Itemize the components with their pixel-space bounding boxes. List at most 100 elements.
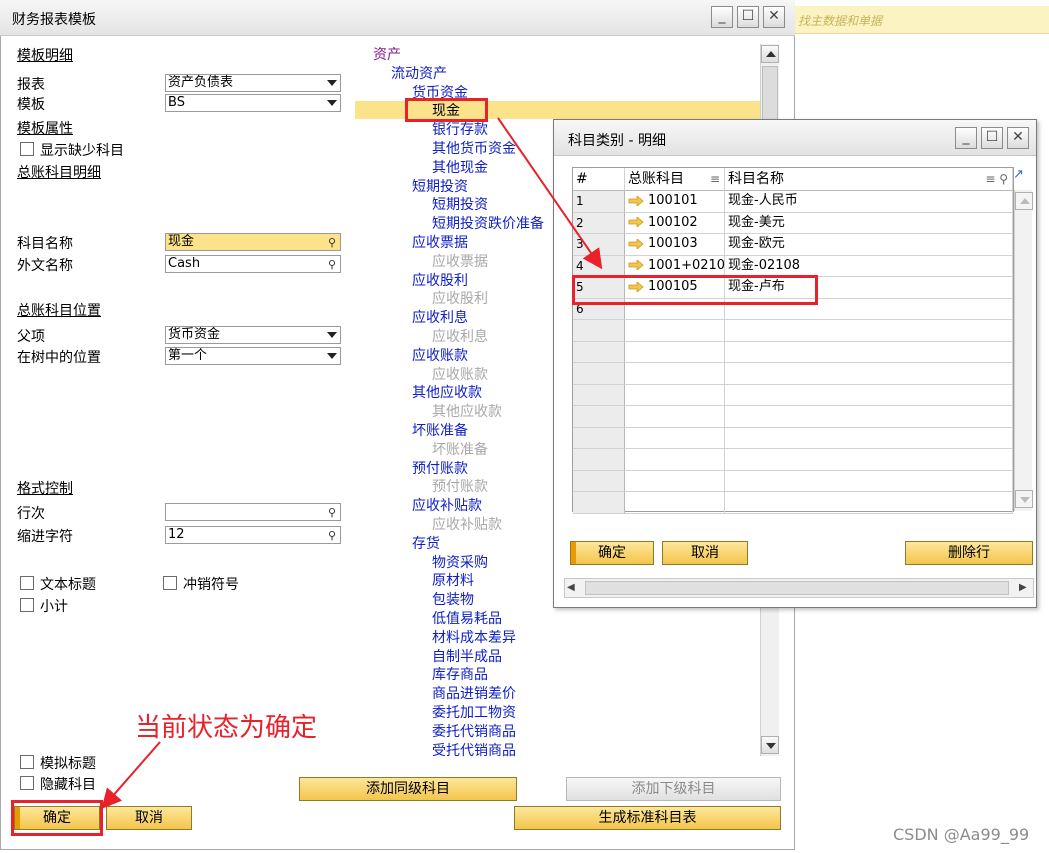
report-select[interactable]: 资产负债表 xyxy=(165,74,341,92)
tree-node[interactable]: 应收票据 xyxy=(432,251,488,271)
scroll-down-button[interactable] xyxy=(761,736,779,754)
account-name-cell[interactable] xyxy=(725,363,1013,385)
gl-account-cell[interactable] xyxy=(625,384,725,406)
tree-node[interactable]: 委托加工物资 xyxy=(432,702,516,722)
scroll-up-button[interactable] xyxy=(761,45,779,63)
tree-node[interactable]: 应收利息 xyxy=(432,326,488,346)
translate-icon[interactable]: ⚲ xyxy=(328,257,336,273)
account-name-cell[interactable] xyxy=(725,341,1013,363)
tree-node[interactable]: 原材料 xyxy=(432,570,474,590)
global-search-input[interactable]: 找主数据和单据 xyxy=(795,6,1049,34)
tree-node[interactable]: 其他现金 xyxy=(432,157,488,177)
gl-account-cell[interactable]: 100101 xyxy=(625,191,725,213)
row-number-cell[interactable] xyxy=(573,384,625,406)
account-name-cell[interactable] xyxy=(725,320,1013,342)
row-number-cell[interactable]: 4 xyxy=(573,255,625,277)
tree-node[interactable]: 应收利息 xyxy=(412,307,468,327)
tree-node[interactable]: 短期投资 xyxy=(432,194,488,214)
row-spacing-field[interactable]: ⚲ xyxy=(165,503,341,521)
tree-position-select[interactable]: 第一个 xyxy=(165,347,341,365)
arrow-right-icon[interactable]: ▶ xyxy=(1019,582,1027,593)
subtotal-checkbox[interactable] xyxy=(20,598,34,612)
link-arrow-icon[interactable] xyxy=(628,238,644,249)
gl-account-cell[interactable] xyxy=(625,341,725,363)
account-name-cell[interactable] xyxy=(725,427,1013,449)
tree-node[interactable]: 自制半成品 xyxy=(432,646,502,666)
tree-node[interactable]: 材料成本差异 xyxy=(432,627,516,647)
grid-scrollbar[interactable] xyxy=(1014,190,1033,511)
hscroll-thumb[interactable] xyxy=(585,581,1009,595)
tree-node[interactable]: 包装物 xyxy=(432,589,474,609)
gl-account-cell[interactable] xyxy=(625,427,725,449)
tree-node[interactable]: 应收账款 xyxy=(432,364,488,384)
tree-node[interactable]: 预付账款 xyxy=(412,458,468,478)
tree-node[interactable]: 委托代销商品 xyxy=(432,721,516,741)
account-name-cell[interactable]: 现金-美元 xyxy=(725,212,1013,234)
tree-node[interactable]: 流动资产 xyxy=(391,63,447,83)
tree-node[interactable]: 银行存款 xyxy=(432,119,488,139)
tree-node[interactable]: 坏账准备 xyxy=(412,420,468,440)
tree-node[interactable]: 应收账款 xyxy=(412,345,468,365)
account-name-cell[interactable] xyxy=(725,492,1013,514)
add-sub-level-button[interactable]: 添加下级科目 xyxy=(566,777,781,801)
row-number-cell[interactable] xyxy=(573,341,625,363)
tree-node[interactable]: 商品进销差价 xyxy=(432,683,516,703)
row-number-cell[interactable] xyxy=(573,449,625,471)
tree-node[interactable]: 坏账准备 xyxy=(432,439,488,459)
account-name-cell[interactable] xyxy=(725,449,1013,471)
tree-node[interactable]: 其他应收款 xyxy=(412,382,482,402)
dialog-horizontal-scrollbar[interactable]: ◀ ▶ xyxy=(564,578,1034,598)
translate-icon[interactable]: ⚲ xyxy=(328,505,336,521)
row-number-cell[interactable]: 3 xyxy=(573,234,625,256)
show-missing-checkbox[interactable] xyxy=(20,142,34,156)
tree-node[interactable]: 应收票据 xyxy=(412,232,468,252)
tree-node[interactable]: 其他货币资金 xyxy=(432,138,516,158)
account-name-cell[interactable] xyxy=(725,470,1013,492)
account-name-cell[interactable]: 现金-02108 xyxy=(725,255,1013,277)
gl-account-cell[interactable]: 100103 xyxy=(625,234,725,256)
gl-account-cell[interactable] xyxy=(625,320,725,342)
column-filter-icon[interactable]: ≡ xyxy=(710,168,720,190)
template-select[interactable]: BS xyxy=(165,94,341,112)
close-icon[interactable]: ✕ xyxy=(763,6,785,28)
row-number-cell[interactable] xyxy=(573,492,625,514)
col-header-gl-account[interactable]: 总账科目 ≡ xyxy=(625,168,725,191)
account-name-cell[interactable]: 现金-欧元 xyxy=(725,234,1013,256)
gl-account-cell[interactable] xyxy=(625,470,725,492)
link-arrow-icon[interactable] xyxy=(628,195,644,206)
tree-node[interactable]: 短期投资跌价准备 xyxy=(432,213,544,233)
gl-account-cell[interactable] xyxy=(625,449,725,471)
tree-node[interactable]: 低值易耗品 xyxy=(432,608,502,628)
dialog-ok-button[interactable]: 确定 xyxy=(570,541,654,565)
dialog-title-bar[interactable]: 科目类别 - 明细 _ ☐ ✕ xyxy=(554,120,1036,156)
account-name-cell[interactable] xyxy=(725,406,1013,428)
row-number-cell[interactable] xyxy=(573,427,625,449)
dummy-title-checkbox[interactable] xyxy=(20,755,34,769)
parent-select[interactable]: 货币资金 xyxy=(165,326,341,344)
expand-icon[interactable]: ↗ xyxy=(1013,167,1024,182)
tree-node[interactable]: 库存商品 xyxy=(432,664,488,684)
account-name-cell[interactable]: 现金-人民币 xyxy=(725,191,1013,213)
link-arrow-icon[interactable] xyxy=(628,217,644,227)
gl-account-cell[interactable]: 1001+02108 xyxy=(625,255,725,277)
link-arrow-icon[interactable] xyxy=(628,260,644,270)
tree-node[interactable]: 存货 xyxy=(412,533,440,553)
tree-node[interactable]: 应收补贴款 xyxy=(432,514,502,534)
delete-row-button[interactable]: 删除行 xyxy=(905,541,1033,565)
tree-node[interactable]: 物资采购 xyxy=(432,552,488,572)
tree-node[interactable]: 其他应收款 xyxy=(432,401,502,421)
add-same-level-button[interactable]: 添加同级科目 xyxy=(299,777,517,801)
account-name-field[interactable]: 现金 ⚲ xyxy=(165,233,341,251)
row-number-cell[interactable]: 1 xyxy=(573,191,625,213)
translate-icon[interactable]: ⚲ xyxy=(328,235,336,251)
generate-standard-chart-button[interactable]: 生成标准科目表 xyxy=(514,806,781,830)
row-number-cell[interactable]: 2 xyxy=(573,212,625,234)
tree-node[interactable]: 受托代销商品 xyxy=(432,740,516,760)
tree-node[interactable]: 短期投资 xyxy=(412,176,468,196)
translate-icon[interactable]: ⚲ xyxy=(328,528,336,544)
tree-node[interactable]: 预付账款 xyxy=(432,476,488,496)
main-title-bar[interactable]: 财务报表模板 _ ☐ ✕ xyxy=(0,0,795,36)
dialog-maximize-icon[interactable]: ☐ xyxy=(981,127,1003,149)
row-number-cell[interactable] xyxy=(573,470,625,492)
grid-scroll-up-button[interactable] xyxy=(1015,192,1033,210)
